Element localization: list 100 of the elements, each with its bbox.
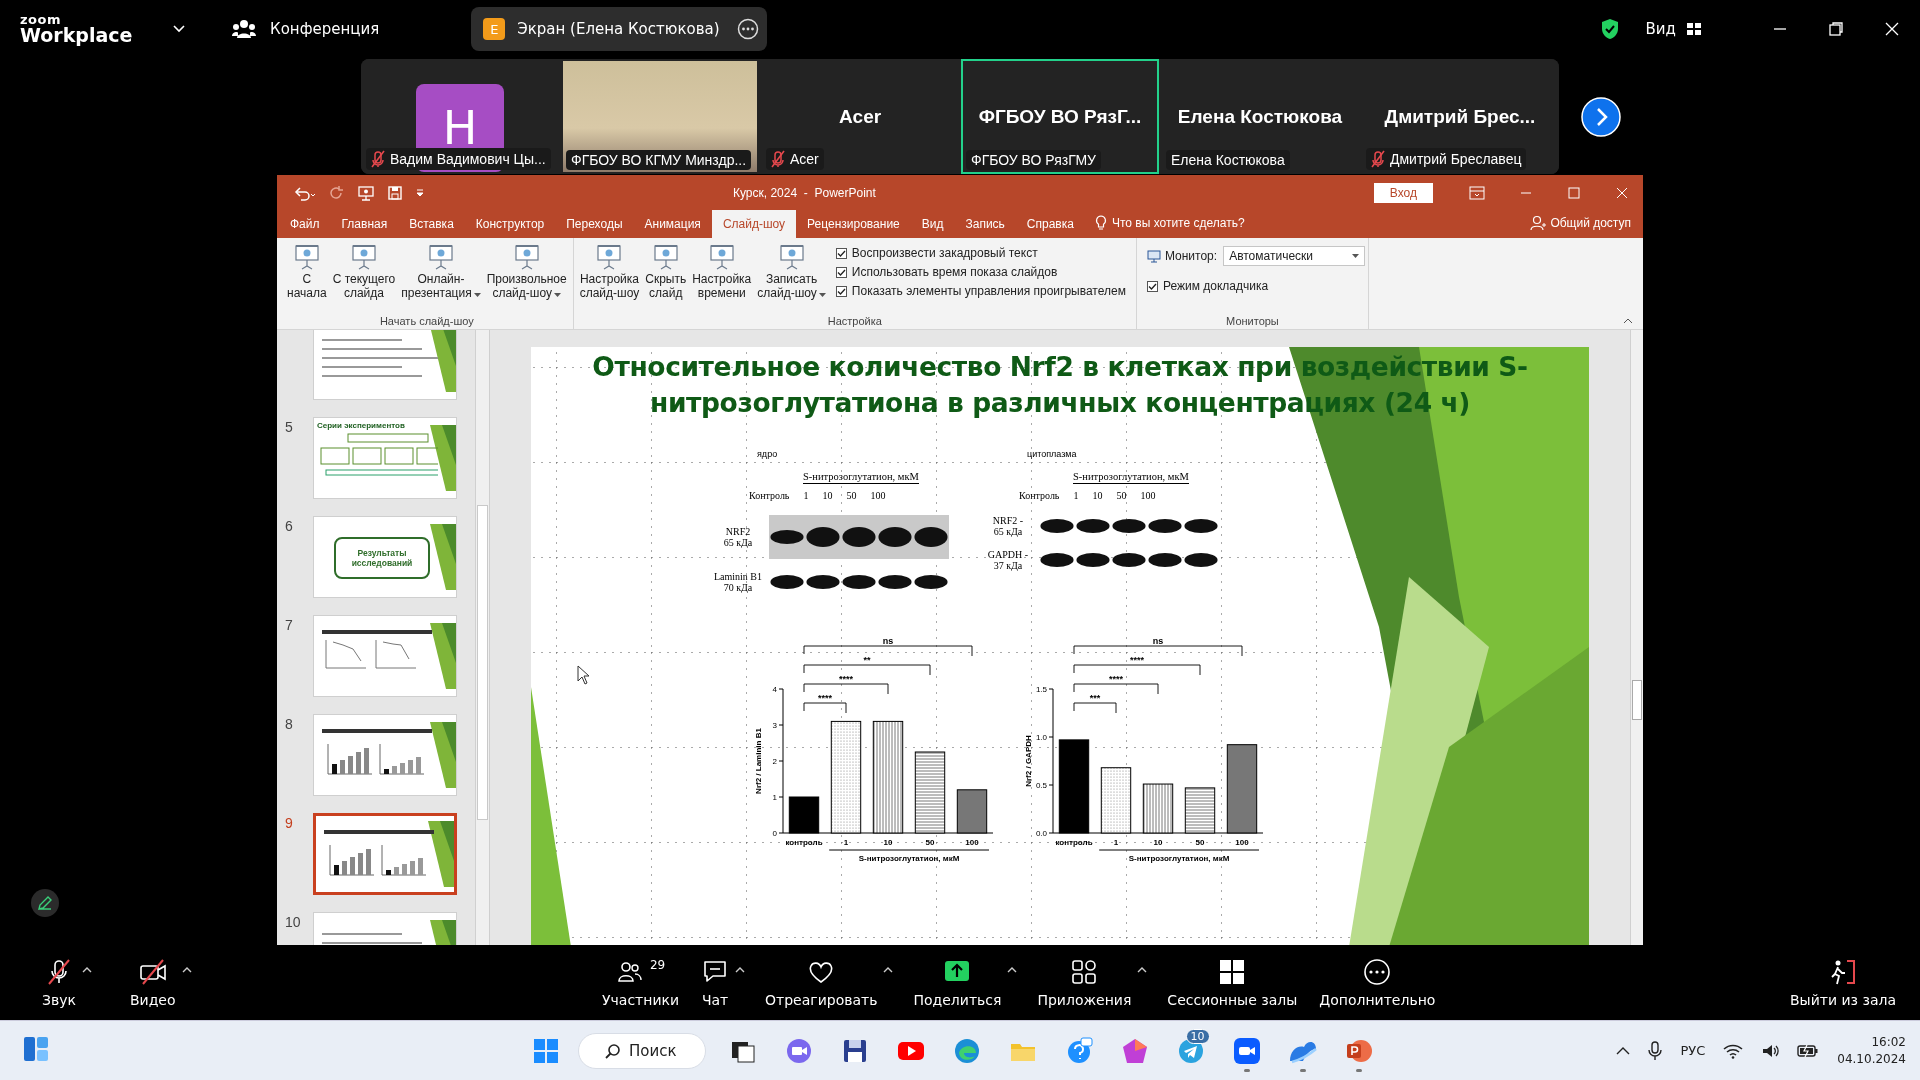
save-icon[interactable] [387,184,403,201]
search-icon [605,1042,621,1059]
ribbon-tab[interactable]: Слайд-шоу [711,210,797,238]
clock[interactable]: 16:02 04.10.2024 [1837,1034,1906,1067]
checkbox-label[interactable]: Режим докладчика [1162,279,1269,293]
microphone-icon [45,957,73,986]
shield-check-icon[interactable] [1599,18,1620,40]
ribbon-tab[interactable]: Справка [1015,210,1085,238]
monitor-dropdown[interactable]: Автоматически [1223,246,1366,266]
caret-icon[interactable] [181,965,192,974]
ribbon-tab[interactable]: Вставка [398,210,465,238]
monitor-icon [1146,249,1161,263]
microphone-icon[interactable] [1648,1040,1663,1061]
y-axis-title: Nrf2 / Laminin B1 [754,728,763,794]
ribbon-button[interactable]: Онлайн- презентация [399,240,483,315]
caret-icon[interactable] [735,965,746,974]
toolbar-button[interactable]: 29 Участники [600,953,682,1012]
tell-me-search[interactable]: Что вы хотите сделать? [1084,209,1255,238]
toolbar-button[interactable]: Поделиться [911,953,1004,1012]
ribbon-button[interactable]: Записать слайд-шоу [755,240,828,315]
caret-icon[interactable] [883,965,894,974]
speaker-icon[interactable] [1761,1042,1780,1059]
ribbon-tab[interactable]: Рецензирование [796,210,911,238]
battery-charging-icon[interactable] [1797,1042,1820,1059]
ribbon-button[interactable]: Настройка времени [690,240,754,315]
presentation-screen-icon[interactable] [357,184,375,201]
ribbon-tab[interactable]: Главная [330,210,399,238]
toolbar-button[interactable]: Дополнительно [1317,953,1438,1012]
close-icon[interactable] [1884,21,1900,37]
leave-button[interactable]: Выйти из зала [1788,953,1898,1012]
toolbar-button[interactable]: Видео [127,953,178,1012]
customize-caret-icon[interactable] [415,187,425,198]
caret-icon[interactable] [81,965,92,974]
windows-start-icon[interactable] [532,1036,560,1065]
x-tick-label: 50 [1195,838,1205,847]
checkbox[interactable] [835,266,847,278]
screen-share-pill[interactable]: E Экран (Елена Костюкова) [471,7,768,51]
y-tick-label: 1.5 [1035,685,1047,694]
search-button[interactable]: Поиск [578,1032,706,1069]
ribbon-tab[interactable]: Конструктор [464,210,556,238]
scrollbar-thumb[interactable] [477,505,488,820]
y-tick-label: 0.0 [1035,829,1047,838]
ribbon-group-label: Настройка [826,315,883,329]
protein-label: Laminin B1 [713,571,763,582]
checkbox-label[interactable]: Использовать время показа слайдов [851,265,1058,279]
lane-label: 1 [803,490,809,501]
checkbox[interactable] [1146,280,1158,292]
toolbar-button[interactable]: Сессионные залы [1165,953,1300,1012]
browser-swirl-icon [952,1036,981,1065]
wifi-icon[interactable] [1723,1042,1744,1059]
slide-thumbnail[interactable] [313,813,457,895]
presentation-screen-icon [349,244,378,272]
taskbar-app[interactable]: 10 [1171,1028,1210,1073]
next-page-icon[interactable] [1581,96,1621,137]
undo-icon[interactable] [293,184,317,201]
ribbon-button[interactable]: Произвольное слайд-шоу [484,240,569,315]
scrollbar-thumb[interactable] [1632,680,1642,720]
sign-in-button[interactable]: Вход [1373,182,1433,203]
toolbar-button[interactable]: Звук [40,953,78,1012]
checkbox-label[interactable]: Показать элементы управления проигрывателем [851,284,1126,298]
slide-thumbnail[interactable]: Серии экспериментов [313,417,457,499]
ribbon-button[interactable]: Настройка слайд-шоу [577,240,642,315]
caret-icon[interactable] [1137,965,1148,974]
caret-icon[interactable] [1007,965,1018,974]
participant-name: ФГБОУ ВО РязГМУ [966,150,1101,170]
toolbar-button[interactable]: Приложения [1035,953,1134,1012]
widgets-icon[interactable] [22,1034,50,1063]
ribbon-tab[interactable]: Файл [279,210,331,238]
scrollbar[interactable] [475,330,489,945]
ribbon-button[interactable]: Скрыть слайд [643,240,689,315]
annotation: *** [1089,693,1101,703]
collapse-ribbon-icon[interactable] [1623,317,1633,325]
participant-name: ФГБОУ ВО КГМУ Минздр... [566,150,752,170]
restore-icon[interactable] [1828,21,1844,37]
ribbon-tab[interactable]: Вид [910,210,955,238]
slide-thumbnail[interactable]: Результаты исследований [313,516,457,598]
running-indicator [1243,1068,1250,1072]
ribbon-tab[interactable]: Запись [954,210,1016,238]
toolbar-button[interactable]: Чат [699,953,732,1012]
checkbox-label[interactable]: Воспроизвести закадровый текст [851,246,1038,260]
ribbon-tab[interactable]: Анимация [633,210,712,238]
ribbon-display-icon[interactable] [1469,185,1485,200]
toolbar-button[interactable]: Отреагировать [763,953,880,1012]
checkbox[interactable] [835,247,847,259]
y-tick-label: 0 [772,829,777,838]
checkbox[interactable] [835,285,847,297]
presentation-screen-icon [512,244,541,272]
keyboard-language[interactable]: РУС [1680,1043,1706,1058]
view-button[interactable]: Вид [1645,20,1702,38]
share-button[interactable]: Общий доступ [1518,209,1643,238]
meeting-title[interactable]: Конференция [270,20,380,38]
more-icon[interactable] [737,18,760,40]
ribbon-tab[interactable]: Переходы [555,210,634,238]
pen-icon[interactable] [30,888,60,918]
chevron-up-icon[interactable] [1616,1045,1631,1056]
ribbon-button[interactable]: С текущего слайда [330,240,398,315]
scrollbar[interactable] [1630,330,1643,945]
ribbon-button[interactable]: С начала [285,240,329,315]
redo-icon[interactable] [329,184,345,201]
x-axis-title: S-нитрозоглутатион, мкМ [858,854,960,863]
